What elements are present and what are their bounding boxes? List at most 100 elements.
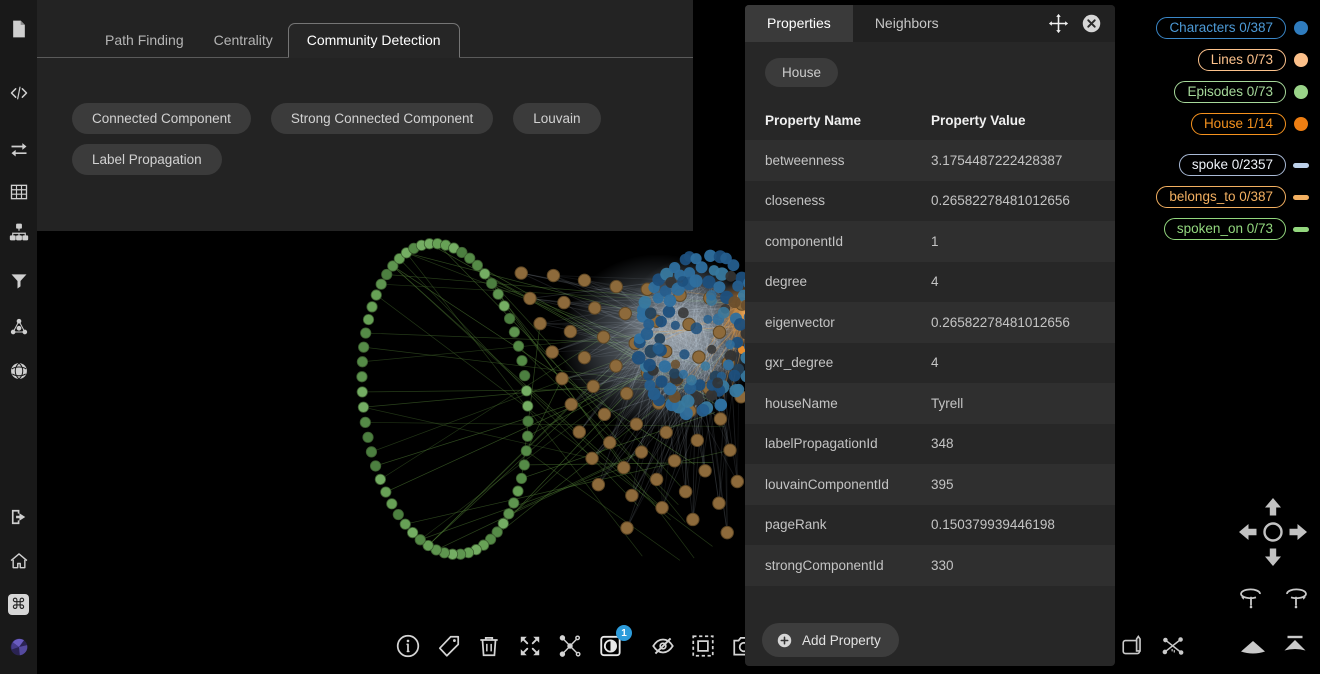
property-row[interactable]: closeness0.26582278481012656 <box>745 181 1115 222</box>
eye-off-icon[interactable] <box>649 632 676 659</box>
property-value-cell: 1 <box>931 234 1115 249</box>
note-edit-icon <box>1120 633 1146 659</box>
pitch-down-button[interactable] <box>1239 634 1267 658</box>
property-row[interactable]: labelPropagationId348 <box>745 424 1115 465</box>
network-icon[interactable] <box>8 316 30 338</box>
legend-node-chip[interactable]: Characters 0/387 <box>1156 17 1286 39</box>
app-logo-icon[interactable] <box>8 636 30 658</box>
contrast-icon[interactable]: 1 <box>597 632 624 659</box>
property-name-cell: betweenness <box>745 153 931 168</box>
legend-edge-item[interactable]: belongs_to 0/387 <box>1156 186 1312 208</box>
property-name-cell: closeness <box>745 193 931 208</box>
note-edit-button[interactable] <box>1119 632 1147 660</box>
rotate-right-button[interactable] <box>1282 583 1310 611</box>
info-icon[interactable] <box>394 632 421 659</box>
property-row[interactable]: houseNameTyrell <box>745 383 1115 424</box>
pan-left-icon <box>1239 524 1257 540</box>
swap-arrows-icon[interactable] <box>8 138 30 160</box>
property-row[interactable]: strongComponentId330 <box>745 545 1115 586</box>
property-value-cell: 4 <box>931 355 1115 370</box>
tab-community-detection[interactable]: Community Detection <box>288 23 460 58</box>
category-chip-row: House <box>745 42 1115 100</box>
node-color-dot <box>1290 53 1312 67</box>
strong-connected-component-button[interactable]: Strong Connected Component <box>271 103 493 134</box>
property-name-cell: eigenvector <box>745 315 931 330</box>
home-icon[interactable] <box>8 550 30 572</box>
property-value-cell: 395 <box>931 477 1115 492</box>
legend-edge-chip[interactable]: belongs_to 0/387 <box>1156 186 1286 208</box>
node-color-dot <box>1290 117 1312 131</box>
tag-icon[interactable] <box>435 632 462 659</box>
properties-panel: Properties Neighbors House Property Name… <box>745 5 1115 666</box>
legend-node-item[interactable]: Lines 0/73 <box>1198 49 1312 71</box>
command-icon[interactable]: ⌘ <box>8 593 30 615</box>
property-name-cell: pageRank <box>745 517 931 532</box>
label-propagation-button[interactable]: Label Propagation <box>72 144 222 175</box>
legend-edge-chip[interactable]: spoken_on 0/73 <box>1164 218 1286 240</box>
filter-icon[interactable] <box>8 270 30 292</box>
property-value-cell: 4 <box>931 274 1115 289</box>
file-icon[interactable] <box>8 18 30 40</box>
legend-edge-chip[interactable]: spoke 0/2357 <box>1179 154 1286 176</box>
column-property-value: Property Value <box>931 113 1115 128</box>
legend-edge-item[interactable]: spoken_on 0/73 <box>1164 218 1312 240</box>
sitemap-icon[interactable] <box>8 221 30 243</box>
legend-node-chip[interactable]: House 1/14 <box>1191 113 1286 135</box>
legend-node-item[interactable]: Episodes 0/73 <box>1174 81 1312 103</box>
edge-color-dash <box>1290 191 1312 204</box>
louvain-button[interactable]: Louvain <box>513 103 600 134</box>
legend-edge-item[interactable]: spoke 0/2357 <box>1179 154 1312 176</box>
pitch-up-button[interactable] <box>1281 632 1309 656</box>
tab-properties[interactable]: Properties <box>745 5 853 42</box>
property-name-cell: degree <box>745 274 931 289</box>
edge-color-dash <box>1290 159 1312 172</box>
trash-icon[interactable] <box>475 632 502 659</box>
edge-cut-icon <box>1160 633 1186 659</box>
property-table-body: betweenness3.1754487222428387closeness0.… <box>745 140 1115 586</box>
property-row[interactable]: componentId1 <box>745 221 1115 262</box>
property-name-cell: componentId <box>745 234 931 249</box>
property-row[interactable]: pageRank0.150379939446198 <box>745 505 1115 546</box>
graph-nodes-icon[interactable] <box>556 632 583 659</box>
property-value-cell: 3.1754487222428387 <box>931 153 1115 168</box>
rotate-left-button[interactable] <box>1237 583 1265 611</box>
property-value-cell: 0.150379939446198 <box>931 517 1115 532</box>
pan-down-icon <box>1265 549 1281 567</box>
sign-out-icon[interactable] <box>8 506 30 528</box>
legend-node-chip[interactable]: Episodes 0/73 <box>1174 81 1286 103</box>
table-icon[interactable] <box>8 181 30 203</box>
property-value-cell: 330 <box>931 558 1115 573</box>
expand-icon[interactable] <box>516 632 543 659</box>
connected-component-button[interactable]: Connected Component <box>72 103 251 134</box>
property-row[interactable]: eigenvector0.26582278481012656 <box>745 302 1115 343</box>
code-icon[interactable] <box>8 82 30 104</box>
pitch-down-icon <box>1239 637 1267 655</box>
globe-icon[interactable] <box>8 360 30 382</box>
pan-control[interactable] <box>1233 492 1313 572</box>
category-chip[interactable]: House <box>765 58 838 87</box>
analytics-panel: Path Finding Centrality Community Detect… <box>37 0 693 231</box>
legend: Characters 0/387 Lines 0/73 Episodes 0/73 H… <box>1156 17 1312 250</box>
legend-node-chip[interactable]: Lines 0/73 <box>1198 49 1286 71</box>
property-row[interactable]: louvainComponentId395 <box>745 464 1115 505</box>
tab-centrality[interactable]: Centrality <box>199 24 288 57</box>
close-panel-icon[interactable] <box>1081 13 1102 34</box>
property-value-cell: Tyrell <box>931 396 1115 411</box>
property-row[interactable]: betweenness3.1754487222428387 <box>745 140 1115 181</box>
select-area-icon[interactable] <box>689 632 716 659</box>
legend-node-item[interactable]: House 1/14 <box>1191 113 1312 135</box>
edge-cut-button[interactable] <box>1159 632 1187 660</box>
legend-node-item[interactable]: Characters 0/387 <box>1156 17 1312 39</box>
tab-neighbors[interactable]: Neighbors <box>853 5 961 42</box>
property-table-header: Property Name Property Value <box>745 100 1115 140</box>
properties-panel-tabs: Properties Neighbors <box>745 5 1115 42</box>
tab-path-finding[interactable]: Path Finding <box>90 24 199 57</box>
left-sidebar: ⌘ <box>0 0 37 674</box>
property-row[interactable]: degree4 <box>745 262 1115 303</box>
notification-badge: 1 <box>616 625 632 641</box>
edge-color-dash <box>1290 223 1312 236</box>
move-panel-icon[interactable] <box>1048 13 1069 34</box>
pan-center-icon <box>1265 524 1282 541</box>
property-row[interactable]: gxr_degree4 <box>745 343 1115 384</box>
add-property-button[interactable]: Add Property <box>762 623 899 657</box>
